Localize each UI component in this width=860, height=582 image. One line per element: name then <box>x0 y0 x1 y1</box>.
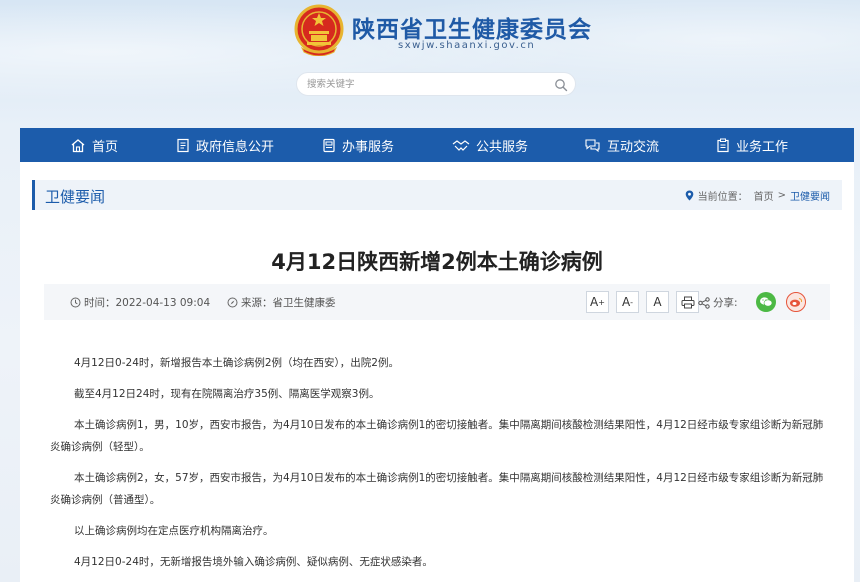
publish-time: 时间： 2022-04-13 09:04 <box>70 295 210 310</box>
share-section: 分享: <box>698 295 738 310</box>
article-paragraph: 以上确诊病例均在定点医疗机构隔离治疗。 <box>74 525 274 537</box>
weibo-share-button[interactable] <box>786 292 806 312</box>
breadcrumb-separator: > <box>777 190 786 201</box>
font-decrease-label: A <box>621 295 631 309</box>
nav-item-services[interactable]: 办事服务 <box>322 128 394 162</box>
article-source: 来源： 省卫生健康委 <box>227 295 336 310</box>
print-button[interactable] <box>676 291 699 313</box>
article-paragraph: 本土确诊病例1，男，10岁，西安市报告，为4月10日发布的本土确诊病例1的密切接… <box>50 419 824 453</box>
font-decrease-button[interactable]: A- <box>616 291 639 313</box>
compass-icon <box>227 297 238 308</box>
article-paragraph: 截至4月12日24时，现有在院隔离治疗35例、隔离医学观察3例。 <box>74 388 380 400</box>
article-meta-bar: 时间： 2022-04-13 09:04 来源： 省卫生健康委 A+ A- A <box>44 284 830 320</box>
nav-label: 互动交流 <box>607 139 660 155</box>
font-reset-label: A <box>653 295 662 309</box>
time-label: 时间： <box>84 297 116 309</box>
font-increase-label: A <box>590 295 599 309</box>
document-icon <box>177 138 189 152</box>
breadcrumb-home[interactable]: 首页 <box>754 188 774 203</box>
time-value: 2022-04-13 09:04 <box>115 296 211 309</box>
printer-icon <box>681 296 694 308</box>
section-title: 卫健要闻 <box>45 188 106 206</box>
search-input[interactable] <box>307 76 547 93</box>
share-icon <box>698 296 710 309</box>
service-icon <box>323 138 335 152</box>
source-label: 来源： <box>241 297 273 309</box>
article-paragraph: 本土确诊病例2，女，57岁，西安市报告，为4月10日发布的本土确诊病例1的密切接… <box>50 472 824 506</box>
nav-item-interaction[interactable]: 互动交流 <box>584 128 659 162</box>
source-value: 省卫生健康委 <box>272 297 336 309</box>
home-icon <box>71 138 85 152</box>
nav-label: 公共服务 <box>476 139 529 155</box>
breadcrumb: 当前位置： 首页 > 卫健要闻 <box>685 188 830 203</box>
share-label: 分享: <box>713 297 738 309</box>
article-card: 卫健要闻 当前位置： 首页 > 卫健要闻 4月12日陕西新增2例本土确诊病例 时… <box>20 162 854 582</box>
font-increase-button[interactable]: A + <box>586 291 609 313</box>
site-url: sxwjw.shaanxi.gov.cn <box>398 40 536 51</box>
nav-label: 业务工作 <box>736 139 789 155</box>
search-icon[interactable] <box>554 78 568 92</box>
chat-icon <box>585 138 600 152</box>
breadcrumb-current[interactable]: 卫健要闻 <box>790 188 830 203</box>
article-body: 4月12日0-24时，新增报告本土确诊病例2例（均在西安），出院2例。 截至4月… <box>50 352 830 582</box>
clipboard-icon <box>717 138 729 152</box>
nav-item-home[interactable]: 首页 <box>70 128 118 162</box>
search-box <box>296 72 576 96</box>
weibo-icon <box>790 298 803 307</box>
handshake-icon <box>452 139 470 151</box>
article-paragraph: 4月12日0-24时，无新增报告境外输入确诊病例、疑似病例、无症状感染者。 <box>74 556 433 568</box>
nav-item-business[interactable]: 业务工作 <box>716 128 788 162</box>
font-increase-sup: + <box>598 297 605 307</box>
breadcrumb-prefix: 当前位置： <box>697 192 748 203</box>
clock-icon <box>70 297 81 308</box>
nav-label: 政府信息公开 <box>196 139 275 155</box>
site-header: 陕西省卫生健康委员会 sxwjw.shaanxi.gov.cn <box>0 0 860 128</box>
national-emblem-icon <box>294 4 344 56</box>
site-name: 陕西省卫生健康委员会 <box>352 16 592 43</box>
article-paragraph: 4月12日0-24时，新增报告本土确诊病例2例（均在西安），出院2例。 <box>74 357 399 369</box>
article-title: 4月12日陕西新增2例本土确诊病例 <box>271 250 603 274</box>
nav-item-gov-info[interactable]: 政府信息公开 <box>176 128 274 162</box>
location-pin-icon <box>685 190 693 201</box>
font-reset-button[interactable]: A <box>646 291 669 313</box>
main-nav: 首页 政府信息公开 办事服务 公共服务 互动交流 业务工作 <box>20 128 854 162</box>
wechat-share-button[interactable] <box>756 292 776 312</box>
font-decrease-sup: - <box>630 297 634 307</box>
section-bar: 卫健要闻 当前位置： 首页 > 卫健要闻 <box>32 180 842 210</box>
nav-label: 办事服务 <box>342 139 395 155</box>
nav-item-public-services[interactable]: 公共服务 <box>452 128 528 162</box>
wechat-icon <box>760 297 773 307</box>
nav-label: 首页 <box>92 139 119 155</box>
